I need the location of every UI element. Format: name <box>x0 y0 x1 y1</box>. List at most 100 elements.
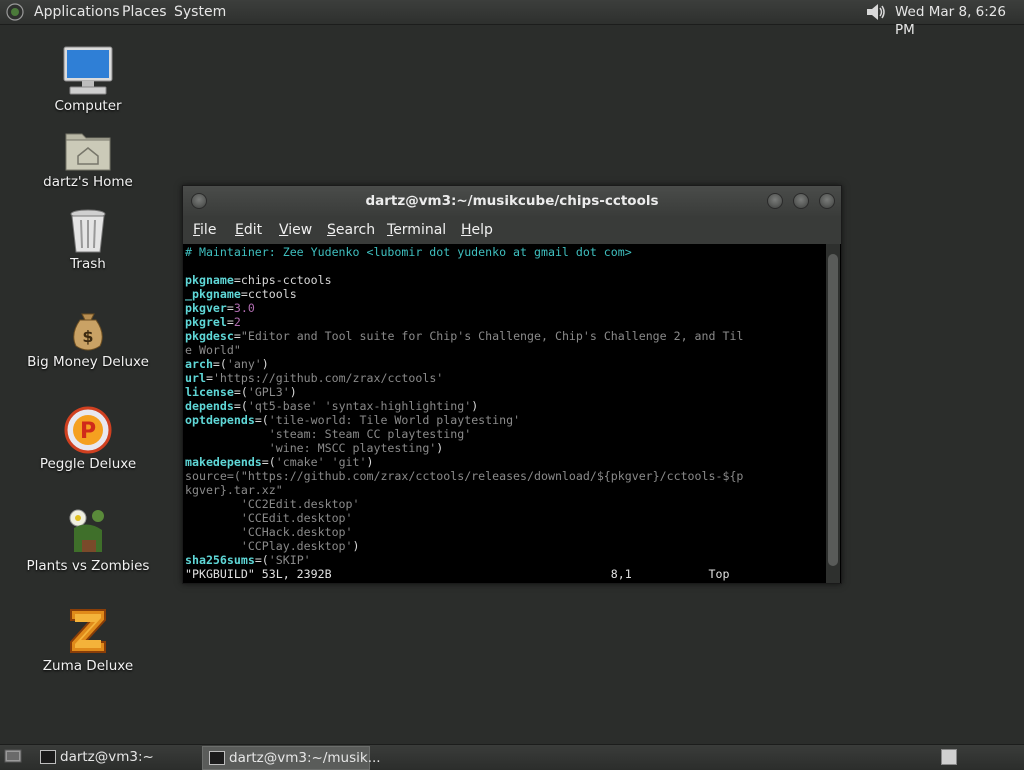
terminal-token: 'CCHack.desktop' <box>185 525 353 539</box>
terminal-token: url <box>185 371 206 385</box>
menu-search[interactable]: Search <box>327 222 375 238</box>
menu-file[interactable]: File <box>193 222 216 238</box>
terminal-icon <box>40 750 56 764</box>
terminal-line: pkgver=3.0 <box>185 301 825 315</box>
taskbar-item-terminal-home[interactable]: dartz@vm3:~ <box>34 746 194 768</box>
menu-edit[interactable]: Edit <box>235 222 262 238</box>
terminal-text-area[interactable]: # Maintainer: Zee Yudenko <lubomir dot y… <box>185 245 825 583</box>
terminal-line: _pkgname=cctools <box>185 287 825 301</box>
terminal-token: =( <box>233 399 248 413</box>
trash-icon <box>70 209 106 253</box>
desktop-icon-home[interactable]: dartz's Home <box>13 128 163 190</box>
terminal-line: pkgrel=2 <box>185 315 825 329</box>
desktop-icon-zuma[interactable]: Zuma Deluxe <box>13 606 163 674</box>
plants-vs-zombies-icon <box>69 509 104 552</box>
workspace-switcher-icon[interactable] <box>941 749 957 765</box>
applications-menu[interactable]: Applications <box>34 3 120 21</box>
terminal-token: ) <box>436 441 444 455</box>
terminal-token: =( <box>254 413 269 427</box>
terminal-line: 'steam: Steam CC playtesting' <box>185 427 825 441</box>
computer-icon <box>63 46 113 95</box>
terminal-line: pkgdesc="Editor and Tool suite for Chip'… <box>185 329 825 343</box>
terminal-token: 'CCEdit.desktop' <box>185 511 353 525</box>
minimize-icon[interactable] <box>767 193 783 209</box>
terminal-token: = <box>233 329 241 343</box>
clock[interactable]: Wed Mar 8, 6:26 PM <box>895 3 1024 39</box>
terminal-line: arch=('any') <box>185 357 825 371</box>
terminal-icon <box>209 751 225 765</box>
terminal-token: arch <box>185 357 213 371</box>
desktop-icon-label: Plants vs Zombies <box>26 558 150 574</box>
terminal-token: pkgdesc <box>185 329 234 343</box>
maximize-icon[interactable] <box>793 193 809 209</box>
zuma-icon <box>70 609 106 653</box>
close-icon[interactable] <box>819 193 835 209</box>
terminal-line: makedepends=('cmake' 'git') <box>185 455 825 469</box>
terminal-line: 'CCPlay.desktop') <box>185 539 825 553</box>
terminal-token: sha256sums <box>185 553 255 567</box>
title-bar[interactable]: dartz@vm3:~/musikcube/chips-cctools <box>183 186 841 216</box>
terminal-token: "Editor and Tool suite for Chip's Challe… <box>240 329 744 343</box>
menu-terminal[interactable]: Terminal <box>387 222 446 238</box>
window-menu-icon[interactable] <box>191 193 207 209</box>
bottom-panel: dartz@vm3:~ dartz@vm3:~/musik... <box>0 744 1024 770</box>
desktop-icon-computer[interactable]: Computer <box>13 46 163 114</box>
terminal-token: 'GPL3' <box>247 385 290 399</box>
terminal-token: = <box>205 371 213 385</box>
terminal-token: ) <box>366 455 374 469</box>
terminal-token: 'wine: MSCC playtesting' <box>185 441 437 455</box>
terminal-token: pkgver <box>185 301 227 315</box>
svg-text:$: $ <box>82 327 93 346</box>
terminal-token: optdepends <box>185 413 255 427</box>
terminal-token: 'cmake' 'git' <box>275 455 367 469</box>
terminal-token: source=("https://github.com/zrax/cctools… <box>185 469 744 483</box>
terminal-token: =( <box>261 455 276 469</box>
terminal-token: 'SKIP' <box>268 553 311 567</box>
desktop-icon-plants-vs-zombies[interactable]: Plants vs Zombies <box>13 506 163 574</box>
terminal-token: 2 <box>233 315 241 329</box>
taskbar-item-label: dartz@vm3:~ <box>60 749 154 765</box>
desktop-icon-peggle[interactable]: P Peggle Deluxe <box>13 406 163 472</box>
volume-icon[interactable] <box>864 2 888 22</box>
svg-text:P: P <box>80 419 96 444</box>
menu-help[interactable]: Help <box>461 222 493 238</box>
terminal-token: =( <box>233 385 248 399</box>
terminal-line: pkgname=chips-cctools <box>185 273 825 287</box>
terminal-token: = <box>226 301 234 315</box>
terminal-line: sha256sums=('SKIP' <box>185 553 825 567</box>
terminal-menubar: File Edit View Search Terminal Help <box>183 216 841 244</box>
system-menu[interactable]: System <box>174 3 226 21</box>
terminal-scrollbar[interactable] <box>826 244 840 583</box>
vim-status-line: "PKGBUILD" 53L, 2392B 8,1 Top <box>185 567 825 581</box>
terminal-token: =( <box>212 357 227 371</box>
terminal-line: depends=('qt5-base' 'syntax-highlighting… <box>185 399 825 413</box>
terminal-token: 'tile-world: Tile World playtesting' <box>268 413 521 427</box>
menu-view[interactable]: View <box>279 222 312 238</box>
terminal-token: 3.0 <box>233 301 255 315</box>
terminal-token: license <box>185 385 234 399</box>
taskbar-item-terminal-musikcube[interactable]: dartz@vm3:~/musik... <box>202 746 381 770</box>
terminal-line: 'CC2Edit.desktop' <box>185 497 825 511</box>
gnome-foot-icon[interactable] <box>6 3 24 21</box>
terminal-token: depends <box>185 399 234 413</box>
terminal-line: 'CCHack.desktop' <box>185 525 825 539</box>
terminal-token: 'steam: Steam CC playtesting' <box>185 427 472 441</box>
terminal-line: optdepends=('tile-world: Tile World play… <box>185 413 825 427</box>
desktop-icon-label: Trash <box>70 256 106 272</box>
places-menu[interactable]: Places <box>122 3 167 21</box>
show-desktop-icon[interactable] <box>4 748 22 764</box>
terminal-line: e World" <box>185 343 825 357</box>
peggle-icon: P <box>64 406 112 454</box>
terminal-token: 'CCPlay.desktop' <box>185 539 353 553</box>
terminal-token: # Maintainer: Zee Yudenko <lubomir dot y… <box>185 245 632 259</box>
desktop-icon-trash[interactable]: Trash <box>13 208 163 272</box>
terminal-token: kgver}.tar.xz" <box>185 483 283 497</box>
terminal-token: ) <box>352 539 360 553</box>
terminal-token: "PKGBUILD" 53L, 2392B 8,1 Top <box>185 567 730 581</box>
terminal-line: 'wine: MSCC playtesting') <box>185 441 825 455</box>
desktop-icon-big-money[interactable]: $ Big Money Deluxe <box>13 310 163 370</box>
scrollbar-thumb[interactable] <box>828 254 838 566</box>
terminal-line: url='https://github.com/zrax/cctools' <box>185 371 825 385</box>
terminal-line: # Maintainer: Zee Yudenko <lubomir dot y… <box>185 245 825 259</box>
